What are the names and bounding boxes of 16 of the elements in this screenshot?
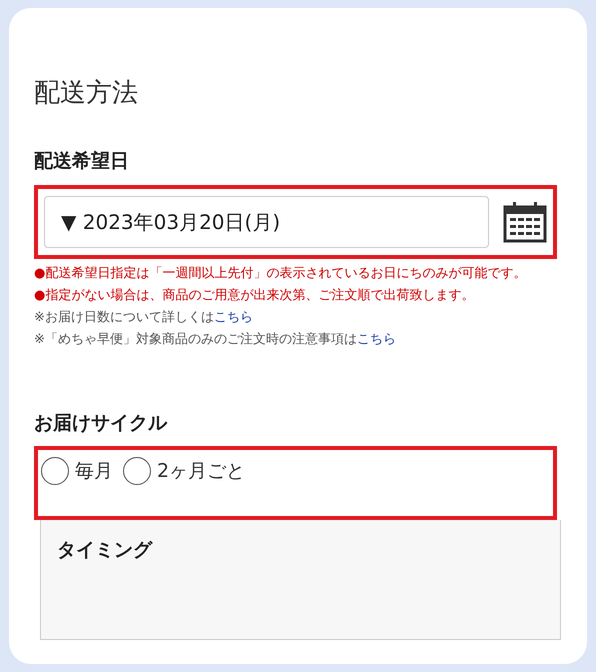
radio-icon[interactable] bbox=[41, 457, 69, 486]
warning-text: ●配送希望日指定は「一週間以上先付」の表示されているお日にちのみが可能です。 bbox=[34, 264, 528, 283]
note-text: ※「めちゃ早便」対象商品のみのご注文時の注意事項はこちら bbox=[34, 330, 397, 349]
field-label: お届けサイクル bbox=[34, 410, 168, 436]
date-select[interactable]: ▼ 2023年03月20日(月) bbox=[44, 196, 489, 248]
link[interactable]: こちら bbox=[214, 310, 253, 325]
radio-option[interactable]: 2ヶ月ごと bbox=[123, 457, 246, 486]
warning-text: ●指定がない場合は、商品のご用意が出来次第、ご注文順で出荷致します。 bbox=[34, 286, 476, 305]
panel-title: タイミング bbox=[57, 538, 154, 563]
calendar-icon[interactable] bbox=[503, 200, 547, 243]
radio-option[interactable]: 毎月 bbox=[41, 457, 113, 486]
radio-icon[interactable] bbox=[123, 457, 151, 486]
field-label: 配送希望日 bbox=[34, 149, 130, 174]
note-text: ※お届け日数について詳しくはこちら bbox=[34, 308, 254, 327]
section-title: 配送方法 bbox=[34, 78, 139, 110]
link[interactable]: こちら bbox=[356, 332, 396, 347]
